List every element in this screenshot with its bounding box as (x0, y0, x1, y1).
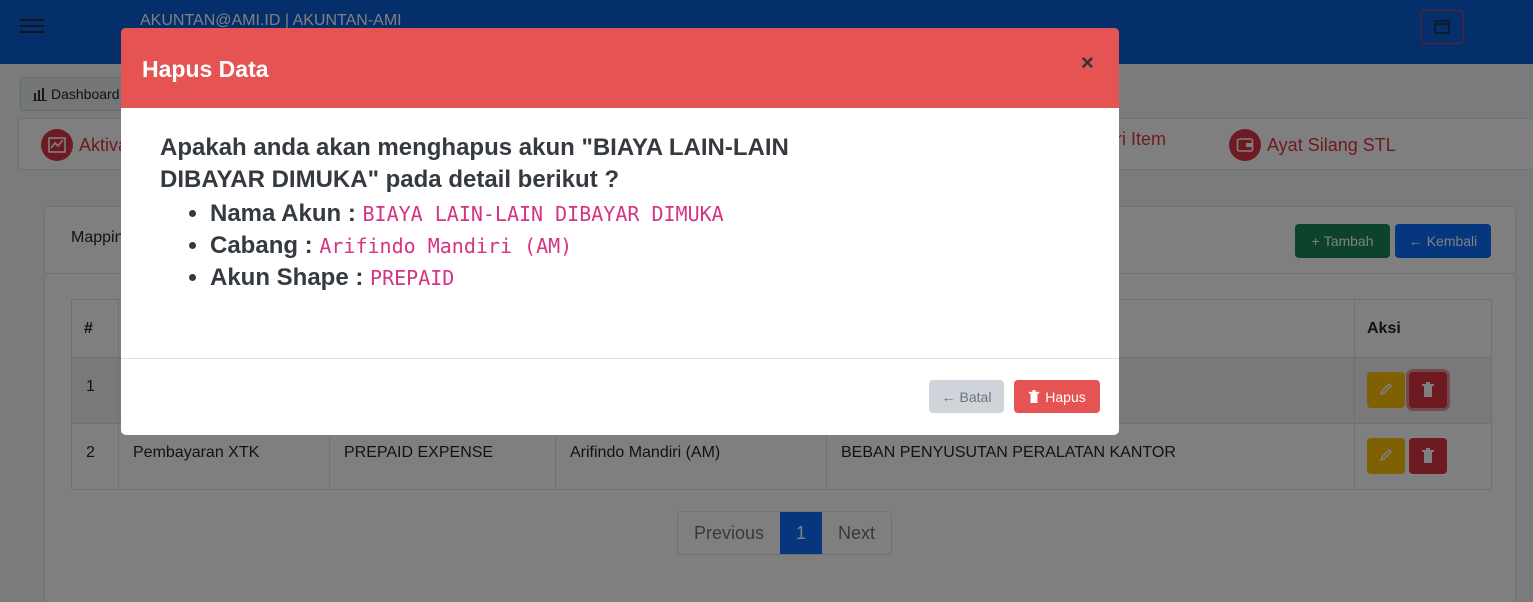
detail-label: Akun Shape : (210, 264, 364, 291)
hapus-label: Hapus (1045, 388, 1086, 405)
batal-button[interactable]: ← Batal (929, 380, 1004, 413)
detail-label: Cabang : (210, 232, 313, 259)
close-icon[interactable]: × (1081, 52, 1094, 74)
detail-label: Nama Akun : (210, 200, 356, 227)
trash-icon (1029, 389, 1040, 403)
list-item: Nama Akun : BIAYA LAIN-LAIN DIBAYAR DIMU… (210, 198, 860, 230)
modal-body: Apakah anda akan menghapus akun "BIAYA L… (160, 132, 860, 294)
batal-label: Batal (959, 388, 992, 405)
confirm-question: Apakah anda akan menghapus akun "BIAYA L… (160, 134, 789, 193)
list-item: Akun Shape : PREPAID (210, 262, 860, 294)
divider (121, 358, 1119, 359)
detail-value: BIAYA LAIN-LAIN DIBAYAR DIMUKA (362, 202, 724, 226)
hapus-data-modal: Hapus Data × Apakah anda akan menghapus … (121, 28, 1119, 435)
detail-value: Arifindo Mandiri (AM) (319, 234, 573, 258)
list-item: Cabang : Arifindo Mandiri (AM) (210, 230, 860, 262)
detail-value: PREPAID (370, 266, 455, 290)
detail-list: Nama Akun : BIAYA LAIN-LAIN DIBAYAR DIMU… (210, 198, 860, 294)
modal-title: Hapus Data (142, 56, 269, 82)
hapus-button[interactable]: Hapus (1014, 380, 1100, 413)
arrow-left-icon: ← (941, 388, 956, 405)
modal-header: Hapus Data × (121, 28, 1119, 108)
